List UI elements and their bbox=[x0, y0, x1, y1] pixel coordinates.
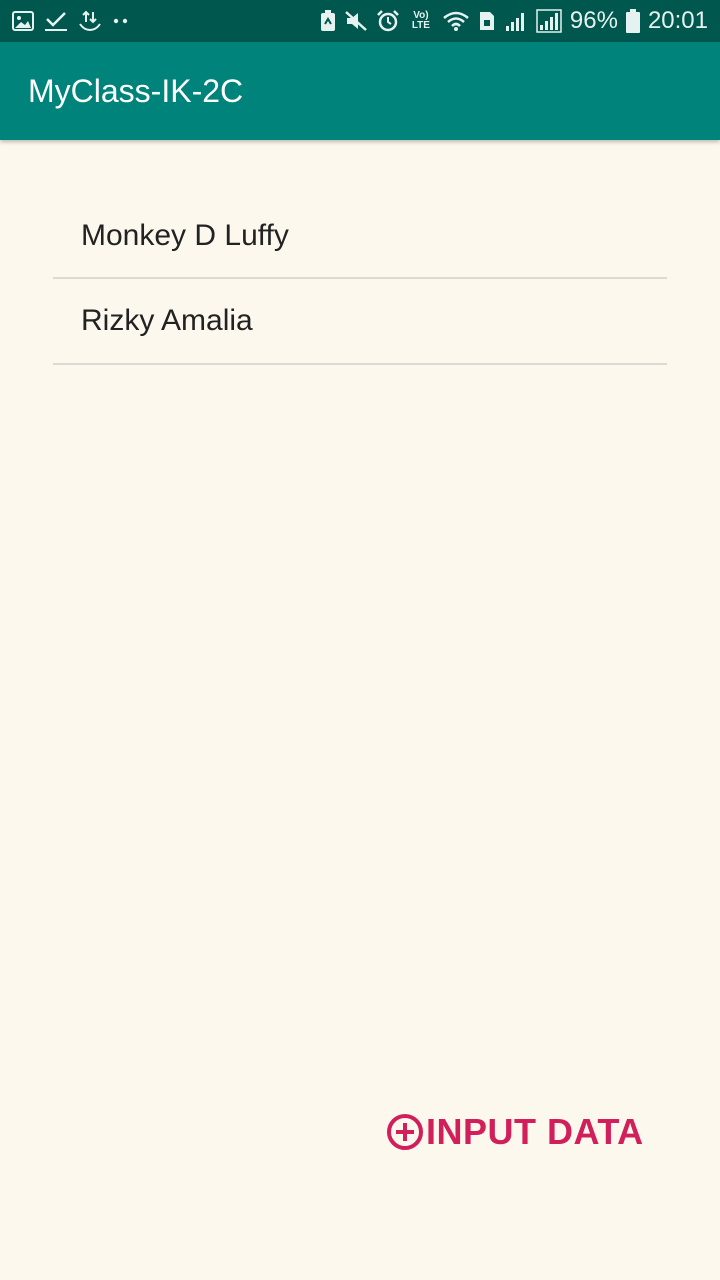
input-data-label: INPUT DATA bbox=[426, 1111, 644, 1152]
student-list: Monkey D Luffy Rizky Amalia bbox=[53, 194, 667, 365]
battery-percent: 96% bbox=[569, 7, 618, 34]
list-item-label: Monkey D Luffy bbox=[81, 218, 289, 252]
status-left bbox=[12, 9, 130, 33]
list-item[interactable]: Rizky Amalia bbox=[53, 279, 667, 365]
sim-icon bbox=[478, 9, 496, 33]
app-title: MyClass-IK-2C bbox=[28, 72, 244, 109]
volte-icon: Vo) LTE bbox=[411, 10, 430, 31]
battery-saver-icon bbox=[320, 9, 336, 33]
wifi-icon bbox=[442, 9, 470, 33]
list-item-label: Rizky Amalia bbox=[81, 304, 253, 337]
alarm-icon bbox=[376, 9, 400, 33]
status-right: Vo) LTE 96% 20:01 bbox=[320, 9, 708, 33]
list-item[interactable]: Monkey D Luffy bbox=[53, 194, 667, 279]
signal-icon bbox=[536, 9, 562, 33]
mute-icon bbox=[344, 9, 368, 33]
check-icon bbox=[44, 9, 68, 33]
battery-icon bbox=[625, 9, 640, 33]
app-bar: MyClass-IK-2C bbox=[0, 42, 720, 140]
input-data-button[interactable]: INPUT DATA bbox=[386, 1108, 644, 1156]
dots-icon bbox=[112, 9, 130, 33]
signal-icon bbox=[504, 9, 528, 33]
usb-sync-icon bbox=[78, 9, 102, 33]
status-bar: Vo) LTE 96% 20:01 bbox=[0, 0, 720, 42]
image-icon bbox=[12, 9, 34, 33]
add-circle-icon bbox=[386, 1112, 424, 1152]
status-time: 20:01 bbox=[647, 7, 708, 34]
